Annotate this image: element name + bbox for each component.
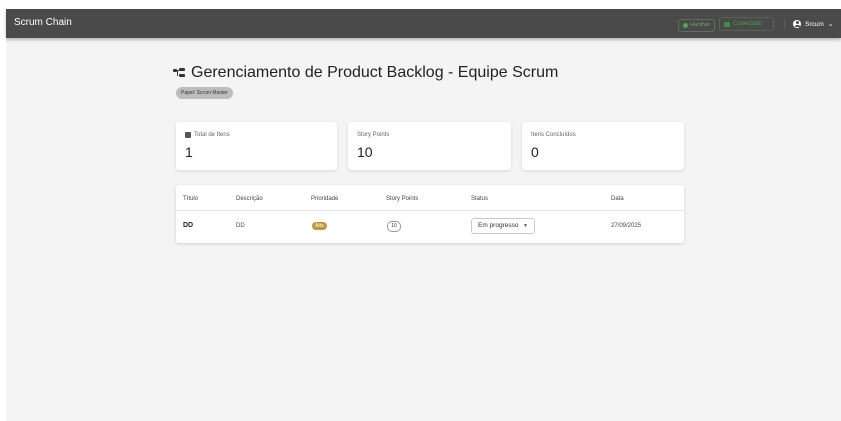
- stat-card-completed-items: Itens Concluídos 0: [522, 122, 684, 170]
- header-divider: [784, 19, 785, 29]
- cell-description: DD: [236, 223, 245, 229]
- user-menu-button[interactable]: Srcum ⌄: [793, 18, 834, 30]
- cell-date: 27/09/2025: [611, 223, 642, 229]
- backlog-tree-icon: [173, 68, 185, 78]
- column-header-description[interactable]: Descrição: [236, 196, 263, 202]
- network-chip: Hardhat: [678, 19, 715, 32]
- backlog-table: Título Descrição Prioridade Story Points…: [176, 185, 684, 243]
- role-badge: Papel: Scrum Master: [176, 87, 233, 99]
- stat-label-wrapper: Total de Itens: [185, 132, 230, 138]
- column-header-priority[interactable]: Prioridade: [311, 196, 338, 202]
- stat-value: 0: [531, 144, 539, 160]
- page-title: Gerenciamento de Product Backlog - Equip…: [191, 64, 559, 81]
- dropdown-caret-icon: ▼: [523, 223, 528, 229]
- app-frame: Scrum Chain Hardhat Conectado Srcum ⌄ Ge…: [6, 9, 841, 421]
- stat-label: Total de Itens: [194, 132, 230, 138]
- column-header-title[interactable]: Título: [183, 196, 198, 202]
- user-name: Srcum: [805, 20, 824, 28]
- story-points-chip: 10: [387, 221, 401, 232]
- account-circle-icon: [793, 20, 801, 28]
- wallet-icon: [724, 21, 730, 27]
- column-header-status[interactable]: Status: [471, 196, 488, 202]
- stat-value: 10: [357, 144, 373, 160]
- column-header-story-points[interactable]: Story Points: [386, 196, 418, 202]
- stat-card-story-points: Story Points 10: [348, 122, 511, 170]
- chevron-down-icon: ⌄: [827, 20, 834, 28]
- network-status-icon: [683, 23, 688, 28]
- network-chip-label: Hardhat: [690, 22, 710, 28]
- wallet-connected-button[interactable]: Conectado: [719, 17, 774, 31]
- status-select-value: Em progresso: [478, 222, 519, 229]
- column-header-date[interactable]: Data: [611, 196, 624, 202]
- list-icon: [185, 132, 191, 138]
- app-header: Scrum Chain Hardhat Conectado Srcum ⌄: [6, 9, 841, 38]
- cell-title: DD: [183, 222, 194, 229]
- priority-chip: Alta: [312, 222, 327, 230]
- wallet-connected-label: Conectado: [733, 21, 763, 27]
- page-heading: Gerenciamento de Product Backlog - Equip…: [173, 64, 558, 82]
- stat-value: 1: [185, 144, 193, 160]
- status-select[interactable]: Em progresso ▼: [471, 218, 535, 234]
- stat-label: Story Points: [357, 132, 390, 138]
- stat-label: Itens Concluídos: [531, 132, 576, 138]
- stat-card-total-items: Total de Itens 1: [176, 122, 337, 170]
- app-title[interactable]: Scrum Chain: [14, 17, 72, 28]
- table-header-divider: [176, 210, 684, 211]
